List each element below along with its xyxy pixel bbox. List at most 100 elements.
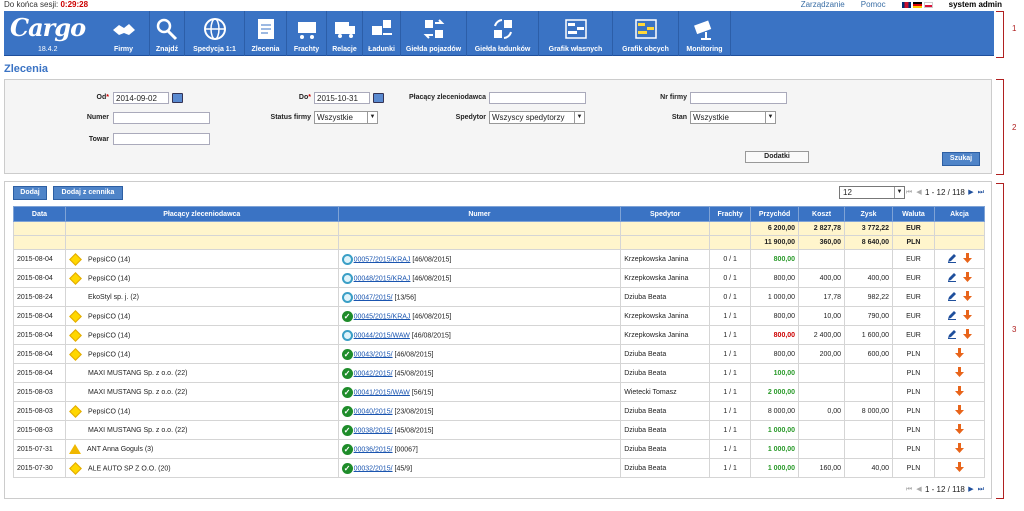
download-button[interactable] <box>954 405 964 417</box>
manage-link[interactable]: Zarządzanie <box>801 0 845 9</box>
download-button[interactable] <box>954 443 964 455</box>
spedytor-select[interactable]: Wszyscy spedytorzy ▼ <box>489 111 585 124</box>
platnik-name[interactable]: PepsiCO (14) <box>88 351 130 358</box>
edit-button[interactable] <box>947 291 957 303</box>
table-row[interactable]: 2015-08-24 EkoStyl sp. j. (2) 00047/2015/ … <box>13 287 986 307</box>
dodaj-button[interactable]: Dodaj <box>13 186 47 200</box>
nav-item-4[interactable]: Frachty <box>287 11 327 56</box>
table-row[interactable]: 2015-08-04 PepsiCO (14) 00048/2015/KRAJ [4… <box>13 268 986 288</box>
nav-item-6[interactable]: Ładunki <box>363 11 401 56</box>
download-button[interactable] <box>962 272 972 284</box>
table-row[interactable]: 2015-08-04 PepsiCO (14) ✓ 00043/2015/ [46/0… <box>13 344 986 364</box>
prev-page-icon[interactable]: ◀ <box>915 189 923 197</box>
brand-logo[interactable]: Cargo 18.4.2 <box>8 13 98 53</box>
numer-input[interactable] <box>113 112 210 124</box>
edit-button[interactable] <box>947 253 957 265</box>
next-page-icon[interactable]: ▶ <box>967 486 975 494</box>
table-row[interactable]: 2015-08-03 PepsiCO (14) ✓ 00040/2015/ [23/0… <box>13 401 986 421</box>
download-button[interactable] <box>954 424 964 436</box>
table-row[interactable]: 2015-08-03 MAXI MUSTANG Sp. z o.o. (22) ✓ 0… <box>13 382 986 402</box>
order-number-link[interactable]: 00043/2015/ <box>354 351 393 358</box>
platnik-name[interactable]: PepsiCO (14) <box>88 313 130 320</box>
od-calendar-icon[interactable] <box>172 93 183 103</box>
nav-item-3[interactable]: Zlecenia <box>245 11 287 56</box>
nav-item-9[interactable]: Grafik własnych <box>539 11 613 56</box>
order-number-link[interactable]: 00038/2015/ <box>354 427 393 434</box>
column-header-2[interactable]: Numer <box>337 206 622 222</box>
order-number-link[interactable]: 00036/2015/ <box>354 446 393 453</box>
table-row[interactable]: 2015-08-04 PepsiCO (14) 00057/2015/KRAJ [4… <box>13 249 986 269</box>
nav-item-7[interactable]: Giełda pojazdów <box>401 11 467 56</box>
nav-item-0[interactable]: Firmy <box>98 11 150 56</box>
nav-item-8[interactable]: Giełda ładunków <box>467 11 539 56</box>
flag-pl-icon[interactable] <box>923 1 933 8</box>
status-select[interactable]: Wszystkie ▼ <box>314 111 378 124</box>
column-header-9[interactable]: Akcja <box>933 206 986 222</box>
nr-firmy-input[interactable] <box>690 92 787 104</box>
order-number-link[interactable]: 00041/2015/WAW <box>354 389 410 396</box>
nav-item-10[interactable]: Grafik obcych <box>613 11 679 56</box>
platnik-input[interactable] <box>489 92 586 104</box>
platnik-name[interactable]: EkoStyl sp. j. (2) <box>88 294 139 301</box>
edit-button[interactable] <box>947 329 957 341</box>
download-button[interactable] <box>962 310 972 322</box>
next-page-icon[interactable]: ▶ <box>967 189 975 197</box>
platnik-name[interactable]: ALE AUTO SP Z O.O. (20) <box>88 465 171 472</box>
platnik-name[interactable]: PepsiCO (14) <box>88 408 130 415</box>
first-page-icon[interactable]: ⏮ <box>905 189 913 197</box>
column-header-4[interactable]: Frachty <box>709 206 752 222</box>
download-button[interactable] <box>962 253 972 265</box>
do-input[interactable]: 2015-10-31 <box>314 92 370 104</box>
od-input[interactable]: 2014-09-02 <box>113 92 169 104</box>
platnik-name[interactable]: MAXI MUSTANG Sp. z o.o. (22) <box>88 389 187 396</box>
nav-item-1[interactable]: Znajdź <box>150 11 185 56</box>
flag-gb-icon[interactable] <box>901 1 911 8</box>
dodaj-z-cennika-button[interactable]: Dodaj z cennika <box>53 186 123 200</box>
order-number-link[interactable]: 00042/2015/ <box>354 370 393 377</box>
column-header-3[interactable]: Spedytor <box>620 206 711 222</box>
per-page-select[interactable]: 12 ▼ <box>839 186 905 199</box>
platnik-name[interactable]: PepsiCO (14) <box>88 256 130 263</box>
download-button[interactable] <box>962 291 972 303</box>
edit-button[interactable] <box>947 310 957 322</box>
first-page-icon[interactable]: ⏮ <box>905 486 913 494</box>
column-header-0[interactable]: Data <box>13 206 66 222</box>
download-button[interactable] <box>954 348 964 360</box>
table-row[interactable]: 2015-08-04 PepsiCO (14) 00044/2015/WAW [46… <box>13 325 986 345</box>
help-link[interactable]: Pomoc <box>861 0 886 9</box>
order-number-link[interactable]: 00057/2015/KRAJ <box>354 256 411 263</box>
column-header-8[interactable]: Waluta <box>892 206 935 222</box>
column-header-6[interactable]: Koszt <box>798 206 846 222</box>
stan-select[interactable]: Wszystkie ▼ <box>690 111 776 124</box>
platnik-name[interactable]: PepsiCO (14) <box>88 275 130 282</box>
prev-page-icon[interactable]: ◀ <box>915 486 923 494</box>
do-calendar-icon[interactable] <box>373 93 384 103</box>
platnik-name[interactable]: MAXI MUSTANG Sp. z o.o. (22) <box>88 427 187 434</box>
order-number-link[interactable]: 00040/2015/ <box>354 408 393 415</box>
column-header-7[interactable]: Zysk <box>844 206 893 222</box>
dodatki-button[interactable]: Dodatki <box>745 151 809 163</box>
towar-input[interactable] <box>113 133 210 145</box>
table-row[interactable]: 2015-08-04 PepsiCO (14) ✓ 00045/2015/KRAJ [… <box>13 306 986 326</box>
table-row[interactable]: 2015-07-31 ANT Anna Goguls (3) ✓ 00036/2015… <box>13 439 986 459</box>
nav-item-11[interactable]: Monitoring <box>679 11 731 56</box>
order-number-link[interactable]: 00045/2015/KRAJ <box>354 313 411 320</box>
platnik-name[interactable]: MAXI MUSTANG Sp. z o.o. (22) <box>88 370 187 377</box>
nav-item-2[interactable]: Spedycja 1:1 <box>185 11 245 56</box>
download-button[interactable] <box>954 462 964 474</box>
username[interactable]: system admin <box>949 0 1002 9</box>
flag-de-icon[interactable] <box>912 1 922 8</box>
column-header-1[interactable]: Płacący zleceniodawca <box>64 206 339 222</box>
column-header-5[interactable]: Przychód <box>750 206 800 222</box>
platnik-name[interactable]: ANT Anna Goguls (3) <box>87 446 153 453</box>
edit-button[interactable] <box>947 272 957 284</box>
nav-item-5[interactable]: Relacje <box>327 11 363 56</box>
order-number-link[interactable]: 00048/2015/KRAJ <box>354 275 411 282</box>
table-row[interactable]: 2015-07-30 ALE AUTO SP Z O.O. (20) ✓ 00032/… <box>13 458 986 478</box>
download-button[interactable] <box>954 386 964 398</box>
last-page-icon[interactable]: ⏭ <box>977 486 985 494</box>
last-page-icon[interactable]: ⏭ <box>977 189 985 197</box>
order-number-link[interactable]: 00047/2015/ <box>354 294 393 301</box>
order-number-link[interactable]: 00044/2015/WAW <box>354 332 410 339</box>
download-button[interactable] <box>954 367 964 379</box>
